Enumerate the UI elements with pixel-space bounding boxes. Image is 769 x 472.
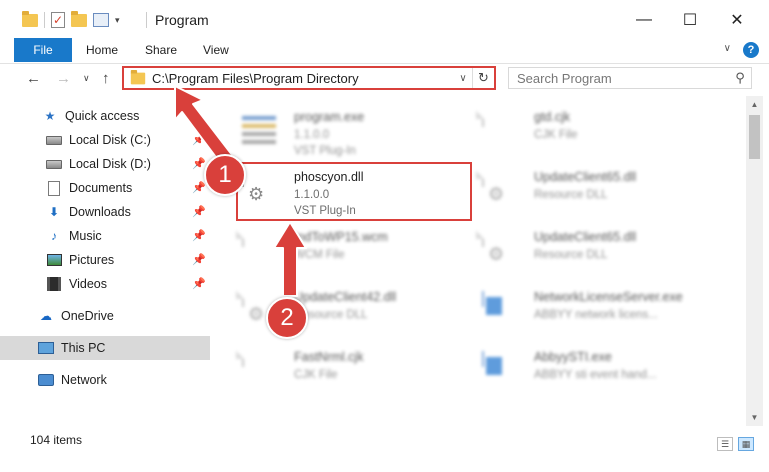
step-2-badge: 2 (266, 297, 308, 339)
arrow-to-file (273, 221, 307, 297)
step-1-badge: 1 (204, 154, 246, 196)
annotation-arrows (174, 85, 307, 297)
